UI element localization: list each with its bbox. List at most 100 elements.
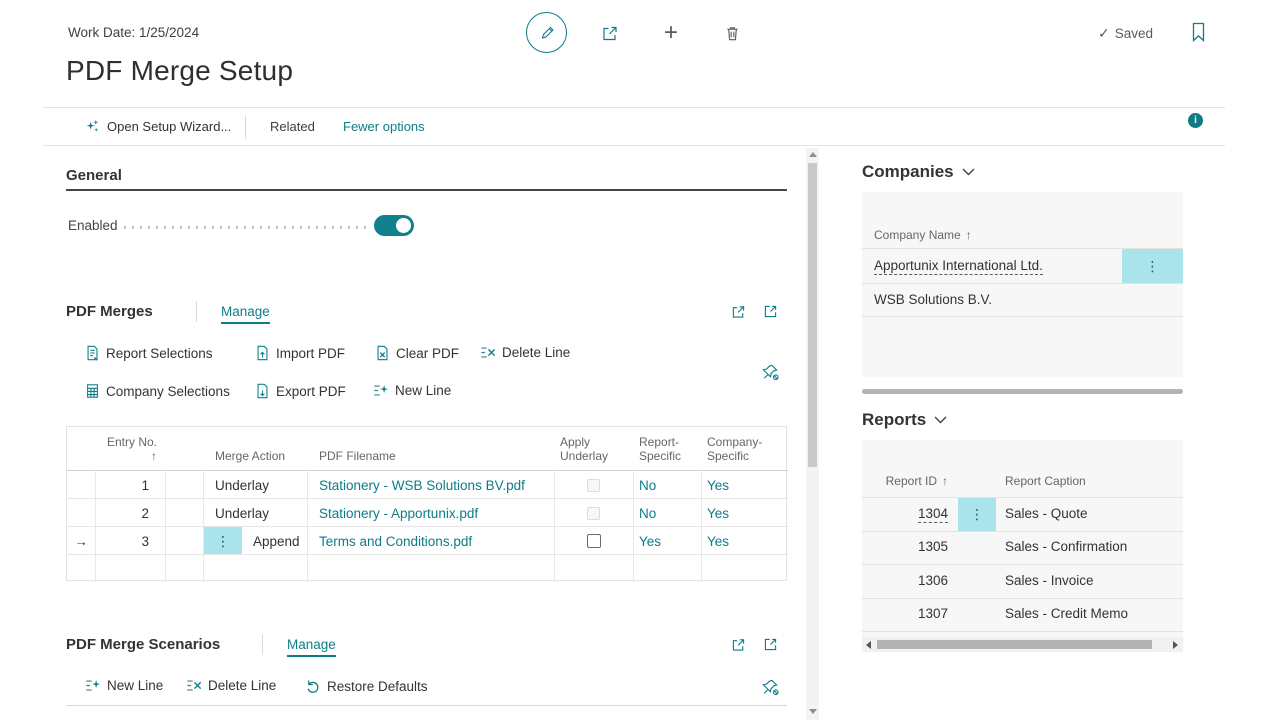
- current-row-indicator: →: [67, 527, 95, 555]
- scroll-down-icon[interactable]: [809, 709, 817, 714]
- pdf-filename-link[interactable]: Terms and Conditions.pdf: [319, 527, 472, 555]
- row-menu-button[interactable]: ⋮: [204, 527, 242, 555]
- edit-button[interactable]: [526, 12, 567, 53]
- scenarios-expand-button[interactable]: [762, 636, 779, 653]
- scroll-right-icon[interactable]: [1173, 641, 1178, 649]
- merge-action-cell[interactable]: Append: [253, 527, 300, 555]
- report-id-cell[interactable]: 1304: [862, 506, 948, 521]
- pdf-merges-pin-button[interactable]: [761, 362, 780, 382]
- companies-card: Company Name ↑ Apportunix International …: [862, 192, 1183, 377]
- checkbox-unchecked[interactable]: [587, 534, 601, 548]
- import-pdf-icon: [255, 345, 270, 361]
- report-specific-cell[interactable]: Yes: [639, 527, 661, 555]
- row-divider: [862, 631, 1183, 632]
- report-id-cell[interactable]: 1305: [862, 539, 948, 554]
- entry-no-cell[interactable]: 3: [95, 527, 157, 555]
- merge-action-cell[interactable]: Underlay: [215, 499, 269, 527]
- col-header-company-specific[interactable]: Company-Specific: [707, 435, 777, 463]
- reports-hscrollbar[interactable]: [862, 637, 1183, 652]
- col-header-merge-action[interactable]: Merge Action: [215, 449, 285, 463]
- entry-no-cell[interactable]: 1: [95, 471, 157, 499]
- company-specific-cell[interactable]: Yes: [707, 471, 729, 499]
- pdf-merges-table: Entry No. ↑ Merge Action PDF Filename Ap…: [66, 426, 787, 581]
- open-setup-wizard-button[interactable]: Open Setup Wizard...: [85, 119, 231, 134]
- report-specific-cell[interactable]: No: [639, 471, 656, 499]
- check-icon: ✓: [1098, 25, 1110, 42]
- pdf-merges-share-button[interactable]: [730, 303, 747, 320]
- scroll-left-icon[interactable]: [866, 641, 871, 649]
- report-caption-cell[interactable]: Sales - Quote: [1005, 506, 1088, 521]
- save-status: ✓ Saved: [1098, 25, 1153, 42]
- companies-hscrollbar-thumb[interactable]: [862, 389, 1183, 394]
- pdf-filename-link[interactable]: Stationery - WSB Solutions BV.pdf: [319, 471, 525, 499]
- delete-line-label: Delete Line: [502, 345, 570, 360]
- col-header-apply-underlay[interactable]: Apply Underlay: [560, 435, 620, 463]
- col-header-pdf-filename[interactable]: PDF Filename: [319, 449, 396, 463]
- report-id-cell[interactable]: 1307: [862, 606, 948, 621]
- report-id-cell[interactable]: 1306: [862, 573, 948, 588]
- new-line-button[interactable]: New Line: [373, 383, 451, 398]
- col-header-entry-no[interactable]: Entry No. ↑: [95, 435, 157, 463]
- export-pdf-button[interactable]: Export PDF: [255, 383, 346, 399]
- ellipsis-icon: ⋮: [216, 533, 230, 550]
- scenarios-manage-tab[interactable]: Manage: [287, 637, 336, 657]
- col-header-report-specific[interactable]: Report-Specific: [639, 435, 695, 463]
- bookmark-button[interactable]: [1187, 21, 1209, 43]
- scenarios-pin-button[interactable]: [761, 677, 780, 697]
- company-name-column-header[interactable]: Company Name ↑: [874, 228, 972, 242]
- company-specific-cell[interactable]: Yes: [707, 499, 729, 527]
- merge-action-cell[interactable]: Underlay: [215, 471, 269, 499]
- scenarios-new-line-button[interactable]: New Line: [85, 678, 163, 693]
- action-bar-divider: [245, 116, 246, 139]
- company-specific-cell[interactable]: Yes: [707, 527, 729, 555]
- delete-line-icon: [186, 678, 202, 693]
- info-icon[interactable]: i: [1188, 113, 1203, 128]
- company-selections-button[interactable]: Company Selections: [85, 383, 230, 399]
- reports-part-header[interactable]: Reports: [862, 410, 947, 430]
- row-menu-button[interactable]: ⋮: [958, 498, 996, 531]
- pdf-merge-scenarios-section-title: PDF Merge Scenarios: [66, 636, 220, 653]
- company-name-cell[interactable]: WSB Solutions B.V.: [874, 292, 992, 307]
- checkbox-disabled: [587, 479, 600, 492]
- share-icon: [730, 303, 747, 320]
- related-menu[interactable]: Related: [270, 119, 315, 134]
- pin-off-icon: [761, 362, 780, 382]
- report-caption-cell[interactable]: Sales - Invoice: [1005, 573, 1094, 588]
- apply-underlay-cell[interactable]: [554, 527, 633, 555]
- pin-off-icon: [761, 677, 780, 697]
- scroll-up-icon[interactable]: [809, 152, 817, 157]
- clear-pdf-button[interactable]: Clear PDF: [375, 345, 459, 361]
- share-button[interactable]: [599, 22, 621, 44]
- undo-icon: [305, 678, 321, 694]
- row-menu-button[interactable]: ⋮: [1122, 249, 1183, 283]
- fewer-options-link[interactable]: Fewer options: [343, 119, 425, 134]
- scenarios-share-button[interactable]: [730, 636, 747, 653]
- restore-defaults-button[interactable]: Restore Defaults: [305, 678, 428, 694]
- page-title: PDF Merge Setup: [66, 55, 293, 87]
- report-caption-cell[interactable]: Sales - Confirmation: [1005, 539, 1127, 554]
- row-divider: [862, 564, 1183, 565]
- vertical-scrollbar-thumb[interactable]: [808, 163, 817, 467]
- report-caption-column-header[interactable]: Report Caption: [1005, 474, 1086, 488]
- report-id-column-header[interactable]: Report ID ↑: [862, 474, 948, 488]
- scenarios-delete-line-button[interactable]: Delete Line: [186, 678, 276, 693]
- report-caption-cell[interactable]: Sales - Credit Memo: [1005, 606, 1128, 621]
- enabled-toggle[interactable]: [374, 215, 414, 236]
- bookmark-icon: [1191, 22, 1206, 43]
- report-specific-cell[interactable]: No: [639, 499, 656, 527]
- pdf-merges-expand-button[interactable]: [762, 303, 779, 320]
- report-selections-icon: [85, 345, 100, 361]
- pdf-merges-manage-tab[interactable]: Manage: [221, 304, 270, 324]
- companies-part-header[interactable]: Companies: [862, 162, 975, 182]
- sort-asc-icon: ↑: [966, 228, 972, 242]
- new-button[interactable]: +: [660, 22, 682, 44]
- reports-hscrollbar-thumb[interactable]: [877, 640, 1152, 649]
- report-selections-button[interactable]: Report Selections: [85, 345, 213, 361]
- delete-button[interactable]: [721, 22, 743, 44]
- company-name-cell[interactable]: Apportunix International Ltd.: [874, 258, 1043, 273]
- import-pdf-button[interactable]: Import PDF: [255, 345, 345, 361]
- delete-line-button[interactable]: Delete Line: [480, 345, 570, 360]
- pdf-filename-link[interactable]: Stationery - Apportunix.pdf: [319, 499, 478, 527]
- apply-underlay-cell: [554, 499, 633, 527]
- entry-no-cell[interactable]: 2: [95, 499, 157, 527]
